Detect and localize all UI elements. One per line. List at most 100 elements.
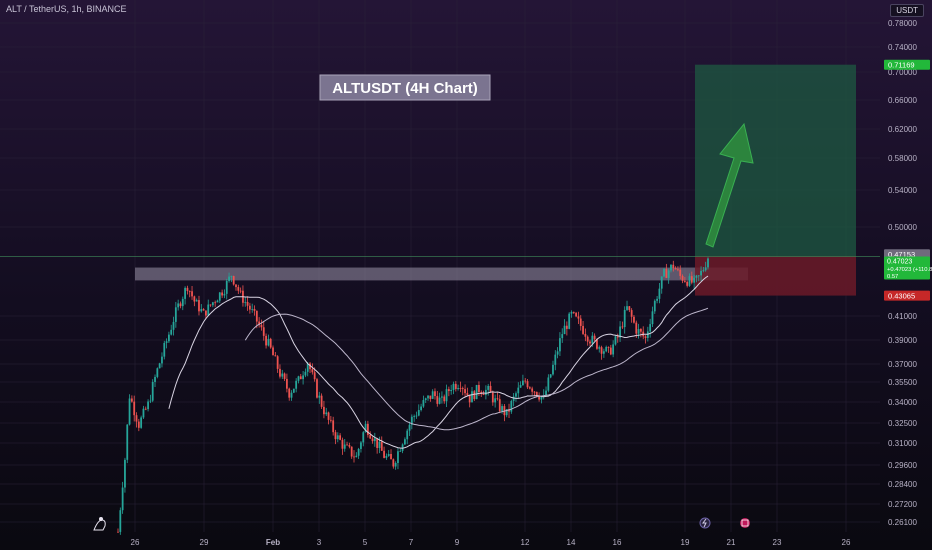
candle-body [487,385,490,390]
candle-body [373,438,376,442]
candle-body [390,454,392,460]
candle-body [121,487,124,511]
candle-body [498,399,501,412]
candle-body [329,419,332,421]
candle-body [237,287,240,291]
candle-body [473,391,476,400]
time-tick: 26 [842,538,851,547]
candle-body [302,375,304,380]
candle-body [350,446,353,457]
candle-body [385,455,388,458]
candle-body [128,398,131,425]
candle-body [394,462,397,467]
candle-body [575,312,578,317]
candle-body [228,276,230,281]
candle-body [353,456,355,458]
price-tick: 0.78000 [888,19,917,28]
candle-body [186,287,189,291]
candle-body [248,305,251,310]
price-chart[interactable]: 0.780000.740000.700000.660000.620000.580… [0,0,932,550]
candle-body [559,338,561,352]
candle-body [584,333,587,337]
candle-body [149,400,152,402]
candle-body [491,392,494,403]
candle-body [299,376,302,380]
calendar-icon [740,518,750,528]
candle-body [211,302,214,306]
candle-body [283,373,286,379]
candle-body [707,258,709,268]
candle-body [457,388,460,390]
candle-body [415,415,418,417]
candle-body [482,393,485,395]
candle-body [325,412,328,415]
candle-body [471,391,473,403]
candle-body [616,336,619,338]
price-tick: 0.39000 [888,336,917,345]
candle-body [683,280,686,282]
candle-body [512,396,515,401]
candle-body [260,324,263,328]
candle-body [343,444,346,449]
candle-body [327,412,330,420]
candle-body [404,439,406,445]
candle-body [286,378,288,389]
candle-body [531,388,534,392]
candle-body [369,434,372,439]
candle-body [253,308,256,311]
price-tick: 0.41000 [888,312,917,321]
candle-body [695,275,698,278]
candle-body [262,327,265,336]
candle-body [422,400,425,407]
candle-body [348,445,351,447]
price-tick: 0.26100 [888,518,917,527]
candle-body [383,450,385,458]
candle-body [360,442,362,449]
candle-body [441,396,443,398]
time-tick: 29 [200,538,209,547]
time-tick: 5 [363,538,368,547]
chart-annotation[interactable]: ALTUSDT (4H Chart) [319,74,491,101]
candle-body [674,268,677,270]
candle-body [417,410,420,416]
candle-body [649,324,652,332]
candle-body [161,356,163,364]
candle-body [378,441,381,448]
currency-badge[interactable]: USDT [890,4,924,17]
candle-body [235,284,237,288]
candle-body [454,383,457,390]
candle-body [413,416,416,417]
candle-body [630,310,633,317]
candle-body [633,316,635,323]
candle-body [304,371,307,376]
candle-body [246,301,249,306]
candle-body [660,276,663,289]
candle-body [218,292,221,301]
candle-body [292,388,295,393]
candle-body [397,451,399,463]
candle-body [195,300,198,302]
candle-body [593,335,596,340]
candle-body [702,270,705,272]
candle-body [380,441,383,451]
candle-body [637,329,640,334]
price-tick: 0.58000 [888,154,917,163]
candle-body [554,354,557,365]
candle-body [522,380,524,386]
candle-body [133,401,136,416]
candle-body [434,391,436,397]
entry-price-tag-text: 0.57 [887,274,898,280]
candle-body [230,276,233,277]
candle-body [336,435,339,440]
candle-body [621,326,624,328]
candle-body [156,368,159,377]
candle-body [158,363,161,369]
candle-body [341,439,344,449]
time-tick: Feb [266,538,280,547]
candle-body [450,390,453,392]
candle-body [565,325,568,329]
candle-body [528,387,531,389]
candle-body [600,347,603,354]
candle-body [561,334,564,339]
candle-body [697,275,700,277]
